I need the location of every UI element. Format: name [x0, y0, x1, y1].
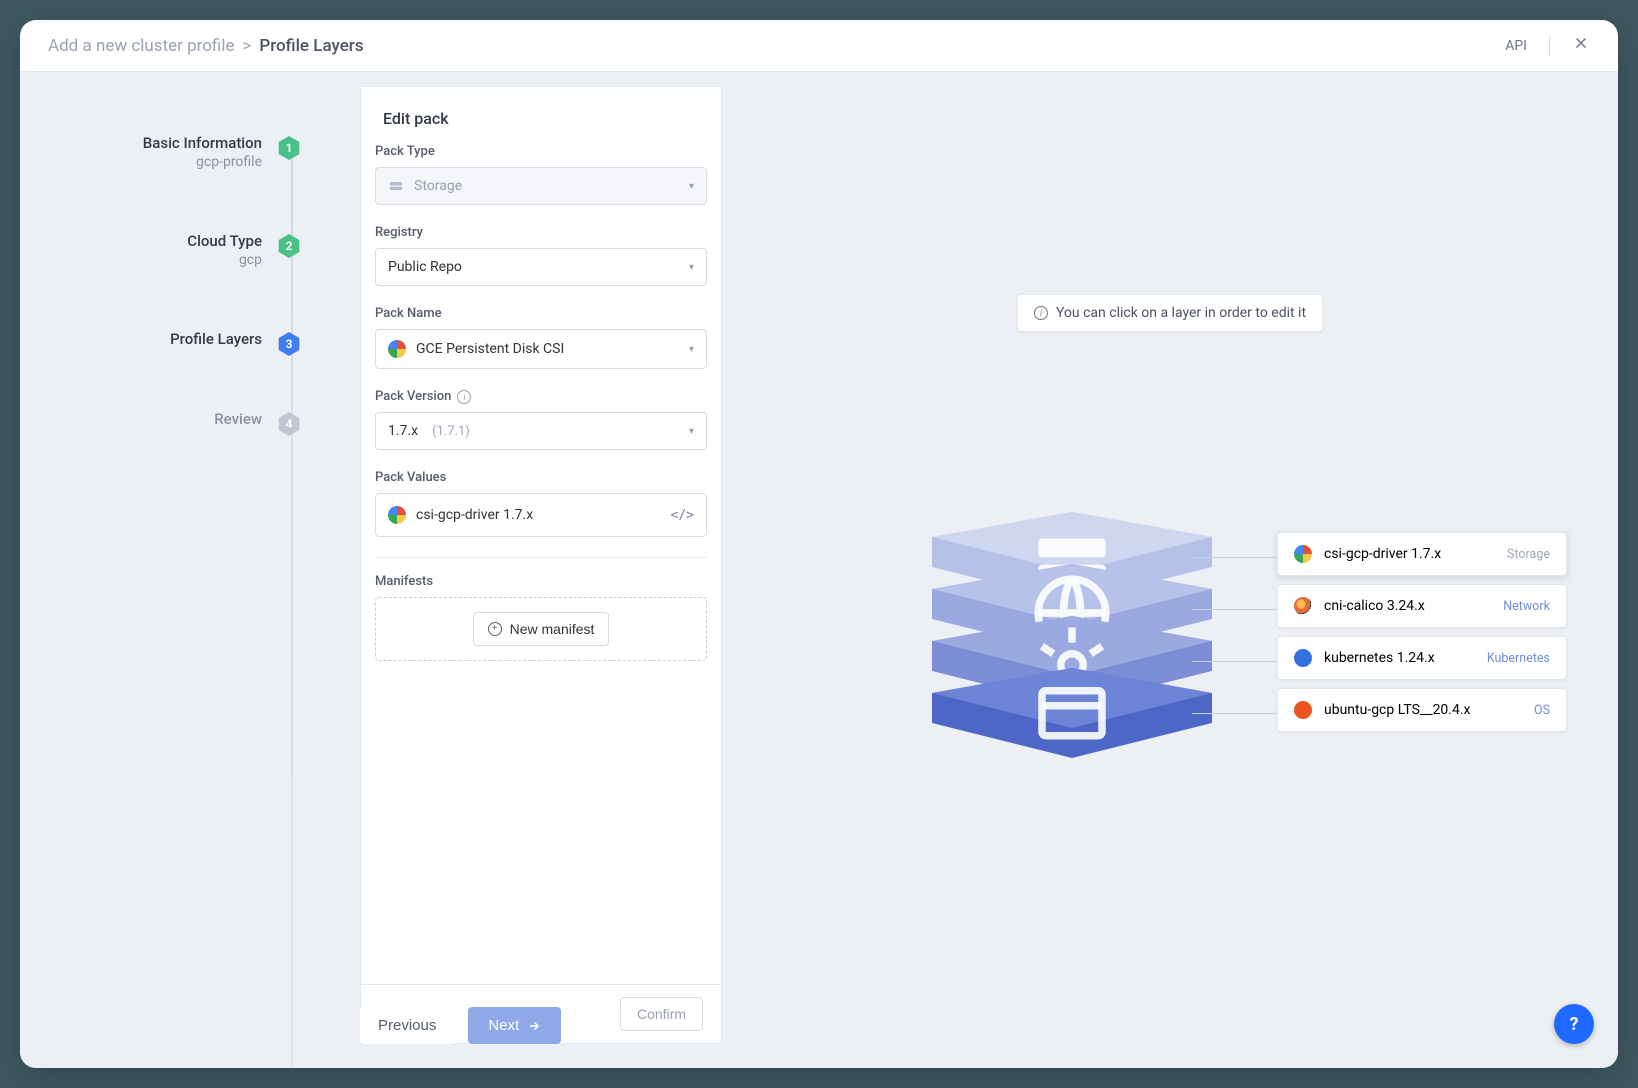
next-button[interactable]: Next [468, 1007, 561, 1044]
step-number-badge: 1 [277, 136, 301, 160]
new-manifest-dropzone: + New manifest [375, 597, 707, 661]
confirm-button[interactable]: Confirm [620, 997, 703, 1031]
step-number-badge: 2 [277, 234, 301, 258]
cluster-profile-wizard: Add a new cluster profile > Profile Laye… [20, 20, 1618, 1068]
storage-icon [388, 178, 404, 194]
ubuntu-icon [1294, 701, 1312, 719]
pack-version-label: Pack Version i [375, 389, 707, 404]
edit-pack-panel: Edit pack Pack Type Storage ▾ [360, 86, 722, 1044]
layer-card-storage[interactable]: csi-gcp-driver 1.7.x Storage [1277, 532, 1567, 576]
previous-button[interactable]: Previous [360, 1007, 454, 1044]
step-subtitle: gcp-profile [20, 154, 262, 170]
kubernetes-icon [1294, 649, 1312, 667]
manifests-label: Manifests [375, 574, 707, 589]
layer-visualization: i You can click on a layer in order to e… [722, 72, 1618, 1068]
layer-card-kubernetes[interactable]: kubernetes 1.24.x Kubernetes [1277, 636, 1567, 680]
layer-tag: OS [1534, 703, 1550, 718]
step-title: Profile Layers [20, 330, 262, 348]
new-manifest-button[interactable]: + New manifest [473, 612, 610, 646]
layer-tag: Storage [1507, 547, 1550, 562]
plus-icon: + [488, 622, 502, 636]
step-profile-layers[interactable]: Profile Layers 3 [20, 330, 300, 348]
layer-card-os[interactable]: ubuntu-gcp LTS__20.4.x OS [1277, 688, 1567, 732]
registry-select[interactable]: Public Repo ▾ [375, 248, 707, 286]
chevron-down-icon: ▾ [689, 262, 694, 273]
step-title: Review [20, 410, 262, 428]
breadcrumb: Add a new cluster profile > Profile Laye… [48, 36, 364, 56]
layer-hint: i You can click on a layer in order to e… [1017, 294, 1323, 332]
pack-values-label: Pack Values [375, 470, 707, 485]
step-cloud-type[interactable]: Cloud Type gcp 2 [20, 232, 300, 268]
gcp-icon [1294, 545, 1312, 563]
gcp-icon [388, 506, 406, 524]
chevron-down-icon: ▾ [689, 426, 694, 437]
layer-name: csi-gcp-driver 1.7.x [1324, 546, 1441, 562]
api-link[interactable]: API [1505, 38, 1527, 54]
stack-plate-os[interactable] [922, 668, 1222, 758]
info-icon: i [1034, 306, 1048, 320]
header: Add a new cluster profile > Profile Laye… [20, 20, 1618, 72]
arrow-right-icon [527, 1019, 541, 1033]
layer-card-network[interactable]: cni-calico 3.24.x Network [1277, 584, 1567, 628]
breadcrumb-current: Profile Layers [259, 36, 363, 56]
info-icon[interactable]: i [457, 390, 471, 404]
pack-version-select[interactable]: 1.7.x (1.7.1) ▾ [375, 412, 707, 450]
layer-tag: Kubernetes [1487, 651, 1550, 666]
layer-name: ubuntu-gcp LTS__20.4.x [1324, 702, 1471, 718]
step-number-badge: 3 [277, 332, 301, 356]
wizard-nav: Previous Next [360, 1007, 561, 1044]
breadcrumb-separator: > [242, 36, 251, 56]
chevron-down-icon: ▾ [689, 181, 694, 192]
step-review[interactable]: Review 4 [20, 410, 300, 428]
layer-name: kubernetes 1.24.x [1324, 650, 1435, 666]
step-title: Cloud Type [20, 232, 262, 250]
panel-title: Edit pack [361, 87, 721, 140]
calico-icon [1294, 597, 1312, 615]
steps-sidebar: Basic Information gcp-profile 1 Cloud Ty… [20, 72, 300, 1068]
pack-type-label: Pack Type [375, 144, 707, 159]
step-subtitle: gcp [20, 252, 262, 268]
step-title: Basic Information [20, 134, 262, 152]
breadcrumb-root[interactable]: Add a new cluster profile [48, 36, 234, 56]
close-icon [1572, 34, 1590, 52]
os-icon [922, 672, 1222, 762]
layer-cards: csi-gcp-driver 1.7.x Storage cni-calico … [1277, 532, 1567, 732]
help-button[interactable]: ? [1554, 1004, 1594, 1044]
code-icon[interactable]: </> [671, 508, 694, 523]
pack-type-select: Storage ▾ [375, 167, 707, 205]
close-button[interactable] [1572, 34, 1590, 57]
step-number-badge: 4 [277, 412, 301, 436]
chevron-down-icon: ▾ [689, 344, 694, 355]
layer-tag: Network [1503, 599, 1550, 614]
layer-name: cni-calico 3.24.x [1324, 598, 1425, 614]
step-basic-information[interactable]: Basic Information gcp-profile 1 [20, 134, 300, 170]
pack-values-row[interactable]: csi-gcp-driver 1.7.x </> [375, 493, 707, 537]
gcp-icon [388, 340, 406, 358]
pack-name-label: Pack Name [375, 306, 707, 321]
registry-label: Registry [375, 225, 707, 240]
pack-name-select[interactable]: GCE Persistent Disk CSI ▾ [375, 329, 707, 369]
